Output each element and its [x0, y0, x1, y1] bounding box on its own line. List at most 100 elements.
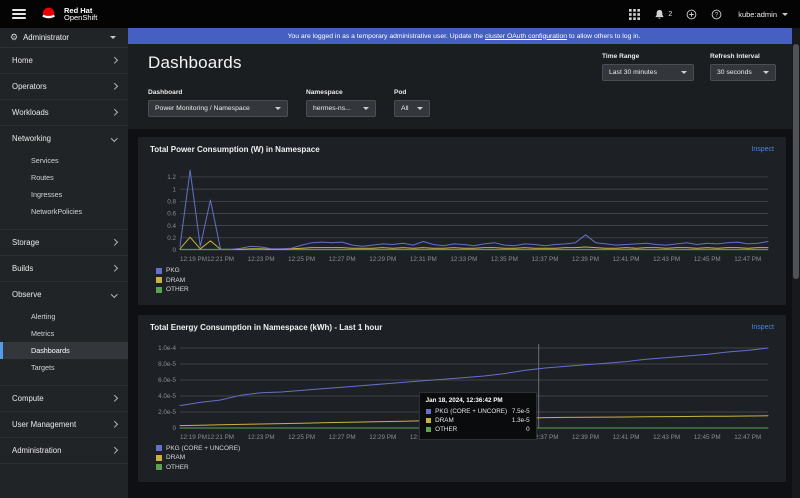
- chevron-down-icon: [275, 107, 281, 110]
- inspect-link[interactable]: Inspect: [751, 324, 774, 331]
- nav-section-administration: Administration: [0, 438, 128, 464]
- chart-title: Total Power Consumption (W) in Namespace: [150, 145, 320, 154]
- svg-text:12:45 PM: 12:45 PM: [694, 256, 721, 263]
- user-menu[interactable]: kube:admin: [738, 10, 788, 19]
- svg-text:12:23 PM: 12:23 PM: [248, 256, 275, 263]
- svg-text:0.6: 0.6: [167, 211, 176, 218]
- tooltip-swatch: [426, 418, 432, 424]
- namespace-filter-label: Namespace: [306, 89, 376, 96]
- tooltip-row-pkg-core-uncore: PKG (CORE + UNCORE)7.5e-5: [426, 407, 530, 416]
- time-range-select[interactable]: Last 30 minutes: [602, 64, 694, 81]
- svg-text:?: ?: [715, 12, 719, 18]
- svg-text:12:43 PM: 12:43 PM: [653, 256, 680, 263]
- gear-icon: ⚙: [10, 33, 18, 42]
- legend-item-pkg-core-uncore: PKG (CORE + UNCORE): [156, 444, 774, 454]
- legend-swatch: [156, 268, 162, 274]
- redhat-fedora-icon: [40, 7, 58, 21]
- svg-text:12:37 PM: 12:37 PM: [531, 256, 558, 263]
- svg-text:0.8: 0.8: [167, 199, 176, 206]
- energy-consumption-chart[interactable]: 02.0e-54.0e-56.0e-58.0e-51.0e-412:19 PM1…: [150, 338, 774, 442]
- sidebar-item-workloads[interactable]: Workloads: [0, 100, 128, 125]
- svg-text:12:41 PM: 12:41 PM: [613, 434, 640, 441]
- page-scrollbar: [792, 28, 800, 498]
- chevron-down-icon: [111, 291, 117, 297]
- sidebar-item-home[interactable]: Home: [0, 48, 128, 73]
- tooltip-swatch: [426, 409, 432, 415]
- pod-select[interactable]: All: [394, 100, 430, 117]
- sidebar-item-label: Compute: [12, 394, 44, 403]
- sidebar-item-compute[interactable]: Compute: [0, 386, 128, 411]
- chevron-down-icon: [110, 36, 116, 39]
- legend-item-dram: DRAM: [156, 453, 774, 463]
- sidebar-item-observe[interactable]: Observe: [0, 282, 128, 307]
- app-launcher-icon[interactable]: [629, 9, 640, 20]
- nav-section-home: Home: [0, 48, 128, 74]
- svg-text:6.0e-5: 6.0e-5: [158, 377, 176, 384]
- legend-label: PKG: [166, 266, 180, 276]
- svg-text:12:25 PM: 12:25 PM: [288, 256, 315, 263]
- dashboard-filter-label: Dashboard: [148, 89, 288, 96]
- legend-label: OTHER: [166, 463, 189, 473]
- sidebar-item-label: Observe: [12, 290, 41, 299]
- sidebar-item-dashboards[interactable]: Dashboards: [0, 342, 128, 359]
- tooltip-value: 1.3e-5: [512, 416, 530, 425]
- sidebar-item-label: Operators: [12, 82, 47, 91]
- sidebar-item-storage[interactable]: Storage: [0, 230, 128, 255]
- refresh-interval-label: Refresh Interval: [710, 53, 776, 60]
- perspective-label: Administrator: [23, 33, 105, 42]
- sidebar-item-builds[interactable]: Builds: [0, 256, 128, 281]
- sidebar-item-networking[interactable]: Networking: [0, 126, 128, 151]
- svg-text:1: 1: [172, 186, 176, 193]
- chart-legend: PKG (CORE + UNCORE)DRAMOTHER: [150, 444, 774, 473]
- perspective-switcher[interactable]: ⚙ Administrator: [0, 28, 128, 48]
- svg-text:12:21 PM: 12:21 PM: [207, 434, 234, 441]
- page-header: Dashboards Time Range Last 30 minutes Re…: [128, 44, 800, 129]
- tooltip-label: OTHER: [435, 425, 522, 434]
- sidebar-item-metrics[interactable]: Metrics: [0, 325, 128, 342]
- dashboard-select[interactable]: Power Monitoring / Namespace: [148, 100, 288, 117]
- sidebar-item-services[interactable]: Services: [0, 152, 128, 169]
- refresh-interval-select[interactable]: 30 seconds: [710, 64, 776, 81]
- chevron-right-icon: [111, 265, 117, 271]
- import-yaml-plus-icon[interactable]: [686, 9, 697, 20]
- chevron-down-icon: [681, 71, 687, 74]
- sidebar-item-label: Administration: [12, 446, 61, 455]
- svg-text:8.0e-5: 8.0e-5: [158, 361, 176, 368]
- sidebar-item-user-management[interactable]: User Management: [0, 412, 128, 437]
- nav-toggle-icon[interactable]: [12, 9, 26, 19]
- legend-label: DRAM: [166, 276, 185, 286]
- svg-text:0: 0: [172, 425, 176, 432]
- redhat-openshift-logo: Red Hat OpenShift: [40, 7, 97, 22]
- tooltip-value: 0: [526, 425, 530, 434]
- nav-section-operators: Operators: [0, 74, 128, 100]
- namespace-select[interactable]: hermes-ns...: [306, 100, 376, 117]
- sidebar-item-label: Networking: [12, 134, 51, 143]
- scrollbar-thumb[interactable]: [793, 44, 799, 279]
- svg-text:12:33 PM: 12:33 PM: [450, 256, 477, 263]
- svg-text:0.2: 0.2: [167, 235, 176, 242]
- sidebar-item-ingresses[interactable]: Ingresses: [0, 186, 128, 203]
- masthead: Red Hat OpenShift 2: [0, 0, 800, 28]
- sidebar-item-alerting[interactable]: Alerting: [0, 308, 128, 325]
- chevron-right-icon: [111, 57, 117, 63]
- nav-section-storage: Storage: [0, 230, 128, 256]
- legend-label: OTHER: [166, 285, 189, 295]
- notifications-bell-icon[interactable]: 2: [654, 9, 672, 20]
- help-icon[interactable]: ?: [711, 9, 722, 20]
- dashboard-body: Total Power Consumption (W) in Namespace…: [128, 129, 800, 498]
- sidebar-item-operators[interactable]: Operators: [0, 74, 128, 99]
- legend-swatch: [156, 455, 162, 461]
- sidebar-item-networkpolicies[interactable]: NetworkPolicies: [0, 203, 128, 220]
- chevron-down-icon: [763, 71, 769, 74]
- oauth-config-link[interactable]: cluster OAuth configuration: [485, 33, 567, 40]
- tooltip-row-dram: DRAM1.3e-5: [426, 416, 530, 425]
- power-consumption-chart[interactable]: 00.20.40.60.811.212:19 PM12:21 PM12:23 P…: [150, 160, 774, 264]
- sidebar-item-label: User Management: [12, 420, 76, 429]
- sidebar-item-targets[interactable]: Targets: [0, 359, 128, 376]
- sidebar-item-administration[interactable]: Administration: [0, 438, 128, 463]
- sidebar-item-routes[interactable]: Routes: [0, 169, 128, 186]
- sidebar-item-label: Builds: [12, 264, 33, 273]
- inspect-link[interactable]: Inspect: [751, 146, 774, 153]
- legend-swatch: [156, 445, 162, 451]
- svg-text:4.0e-5: 4.0e-5: [158, 393, 176, 400]
